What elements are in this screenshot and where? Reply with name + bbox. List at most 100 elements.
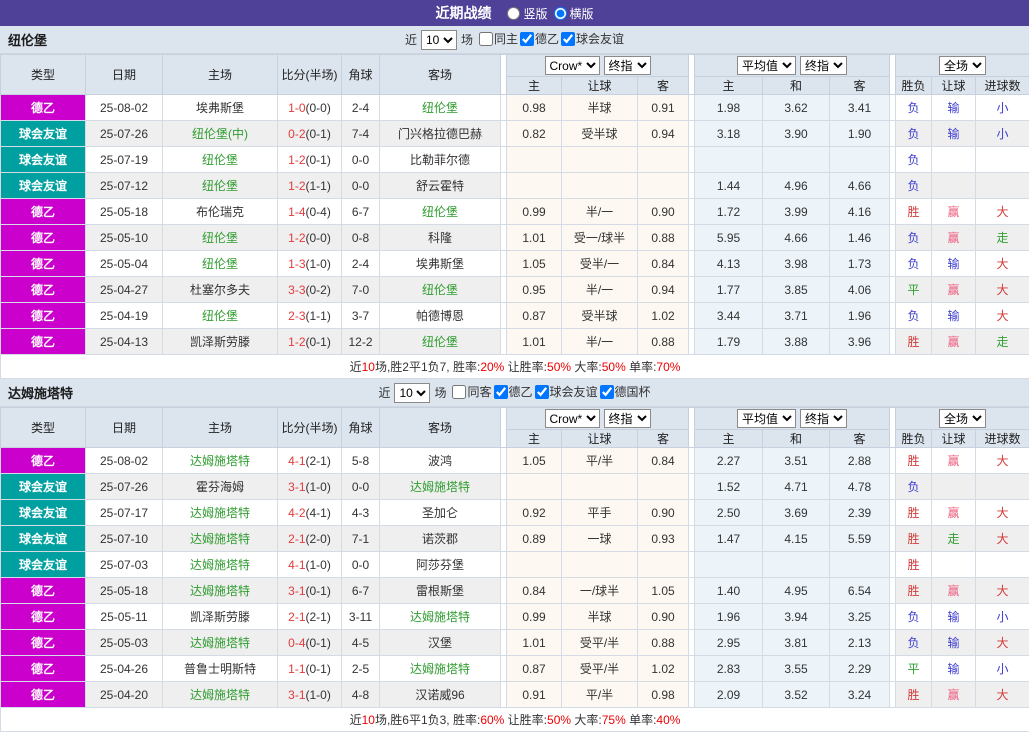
crow-away-odds: 0.88 xyxy=(638,630,689,656)
avg-away-odds: 5.59 xyxy=(830,526,890,552)
filter-option[interactable]: 德乙 xyxy=(494,383,533,400)
summary-part: 大率: xyxy=(571,360,602,374)
match-date: 25-07-17 xyxy=(86,500,163,526)
handicap-result-cell: 赢 xyxy=(932,448,976,474)
match-count-select[interactable]: 10 xyxy=(394,383,430,403)
avg-away-odds: 4.66 xyxy=(830,173,890,199)
filter-checkbox[interactable] xyxy=(520,32,534,46)
match-count-select[interactable]: 10 xyxy=(421,30,457,50)
match-date: 25-08-02 xyxy=(86,95,163,121)
avg-home-odds: 1.77 xyxy=(695,277,763,303)
crow-home-odds: 1.01 xyxy=(507,630,562,656)
vertical-radio[interactable] xyxy=(507,7,520,20)
league-badge: 德乙 xyxy=(1,95,86,121)
corner-score: 5-8 xyxy=(342,448,380,474)
match-score: 1-2(1-1) xyxy=(278,173,342,199)
home-team: 霍芬海姆 xyxy=(163,474,278,500)
league-badge: 德乙 xyxy=(1,682,86,708)
result-cell: 胜 xyxy=(896,682,932,708)
final-odds-select-2[interactable]: 终指 xyxy=(800,409,847,428)
crow-home-odds: 0.91 xyxy=(507,682,562,708)
layout-option-horizontal[interactable]: 横版 xyxy=(554,5,594,22)
filter-option[interactable]: 同主 xyxy=(479,30,518,47)
avg-draw-odds: 3.81 xyxy=(763,630,830,656)
final-odds-select-2[interactable]: 终指 xyxy=(800,56,847,75)
filter-option[interactable]: 德国杯 xyxy=(600,383,651,400)
match-row: 德乙25-08-02埃弗斯堡1-0(0-0)2-4纽伦堡0.98半球0.911.… xyxy=(1,95,1029,121)
halftime-score: (1-0) xyxy=(306,257,331,271)
halftime-score: (2-1) xyxy=(306,610,331,624)
filter-option[interactable]: 球会友谊 xyxy=(561,30,624,47)
filter-option[interactable]: 同客 xyxy=(452,383,491,400)
col-odds-handicap: 让球 xyxy=(562,430,638,448)
result-cell: 负 xyxy=(896,173,932,199)
crow-home-odds: 0.84 xyxy=(507,578,562,604)
crow-home-odds: 1.05 xyxy=(507,448,562,474)
corner-score: 0-0 xyxy=(342,552,380,578)
average-odds-select[interactable]: 平均值 xyxy=(737,409,796,428)
goals-result-cell: 小 xyxy=(976,95,1029,121)
vertical-radio-label: 竖版 xyxy=(523,5,547,22)
average-odds-select[interactable]: 平均值 xyxy=(737,56,796,75)
filter-checkbox[interactable] xyxy=(452,385,466,399)
summary-part: 75% xyxy=(602,713,626,727)
corner-score: 0-0 xyxy=(342,173,380,199)
avg-draw-odds xyxy=(763,147,830,173)
filter-checkbox[interactable] xyxy=(494,385,508,399)
team-name: 达姆施塔特 xyxy=(8,383,73,402)
layout-option-vertical[interactable]: 竖版 xyxy=(507,5,547,22)
avg-home-odds: 1.47 xyxy=(695,526,763,552)
corner-score: 4-5 xyxy=(342,630,380,656)
halftime-score: (0-1) xyxy=(306,335,331,349)
result-cell: 负 xyxy=(896,251,932,277)
corner-score: 7-4 xyxy=(342,121,380,147)
crow-home-odds xyxy=(507,173,562,199)
scope-select[interactable]: 全场 xyxy=(939,56,986,75)
avg-home-odds: 1.79 xyxy=(695,329,763,355)
halftime-score: (1-1) xyxy=(306,179,331,193)
filter-checkbox[interactable] xyxy=(479,32,493,46)
crow-away-odds: 0.90 xyxy=(638,500,689,526)
filter-checkbox[interactable] xyxy=(600,385,614,399)
summary-part: 近 xyxy=(350,360,362,374)
section-header: 达姆施塔特 近 10 场 同客德乙球会友谊德国杯 xyxy=(0,379,1029,407)
summary-part: 10 xyxy=(362,713,375,727)
avg-away-odds: 3.96 xyxy=(830,329,890,355)
col-away: 客场 xyxy=(380,408,501,448)
filter-label: 德国杯 xyxy=(615,383,651,400)
goals-result-cell: 小 xyxy=(976,656,1029,682)
handicap-result-cell: 输 xyxy=(932,251,976,277)
halftime-score: (2-1) xyxy=(306,454,331,468)
odds-source-select[interactable]: Crow* xyxy=(545,56,600,75)
title-bar: 近期战绩 竖版 横版 xyxy=(0,0,1029,26)
result-cell: 胜 xyxy=(896,448,932,474)
handicap-result-cell: 输 xyxy=(932,604,976,630)
filter-checkbox[interactable] xyxy=(535,385,549,399)
scope-select[interactable]: 全场 xyxy=(939,409,986,428)
goals-result-cell: 大 xyxy=(976,448,1029,474)
halftime-score: (0-1) xyxy=(306,153,331,167)
halftime-score: (2-0) xyxy=(306,532,331,546)
filter-label: 同主 xyxy=(494,30,518,47)
crow-handicap: 平手 xyxy=(562,500,638,526)
filter-label: 德乙 xyxy=(535,30,559,47)
league-badge: 德乙 xyxy=(1,277,86,303)
crow-home-odds xyxy=(507,552,562,578)
league-badge: 球会友谊 xyxy=(1,552,86,578)
goals-result-cell: 大 xyxy=(976,500,1029,526)
fulltime-score: 4-2 xyxy=(288,506,305,520)
horizontal-radio-label: 横版 xyxy=(570,5,594,22)
final-odds-select[interactable]: 终指 xyxy=(604,56,651,75)
avg-draw-odds: 3.71 xyxy=(763,303,830,329)
final-odds-select[interactable]: 终指 xyxy=(604,409,651,428)
col-avg-away: 客 xyxy=(830,77,890,95)
filter-option[interactable]: 德乙 xyxy=(520,30,559,47)
filter-checkbox[interactable] xyxy=(561,32,575,46)
corner-score: 2-5 xyxy=(342,656,380,682)
goals-result-cell: 小 xyxy=(976,604,1029,630)
odds-source-select[interactable]: Crow* xyxy=(545,409,600,428)
halftime-score: (0-0) xyxy=(306,101,331,115)
filter-option[interactable]: 球会友谊 xyxy=(535,383,598,400)
horizontal-radio[interactable] xyxy=(554,7,567,20)
home-team: 达姆施塔特 xyxy=(163,448,278,474)
